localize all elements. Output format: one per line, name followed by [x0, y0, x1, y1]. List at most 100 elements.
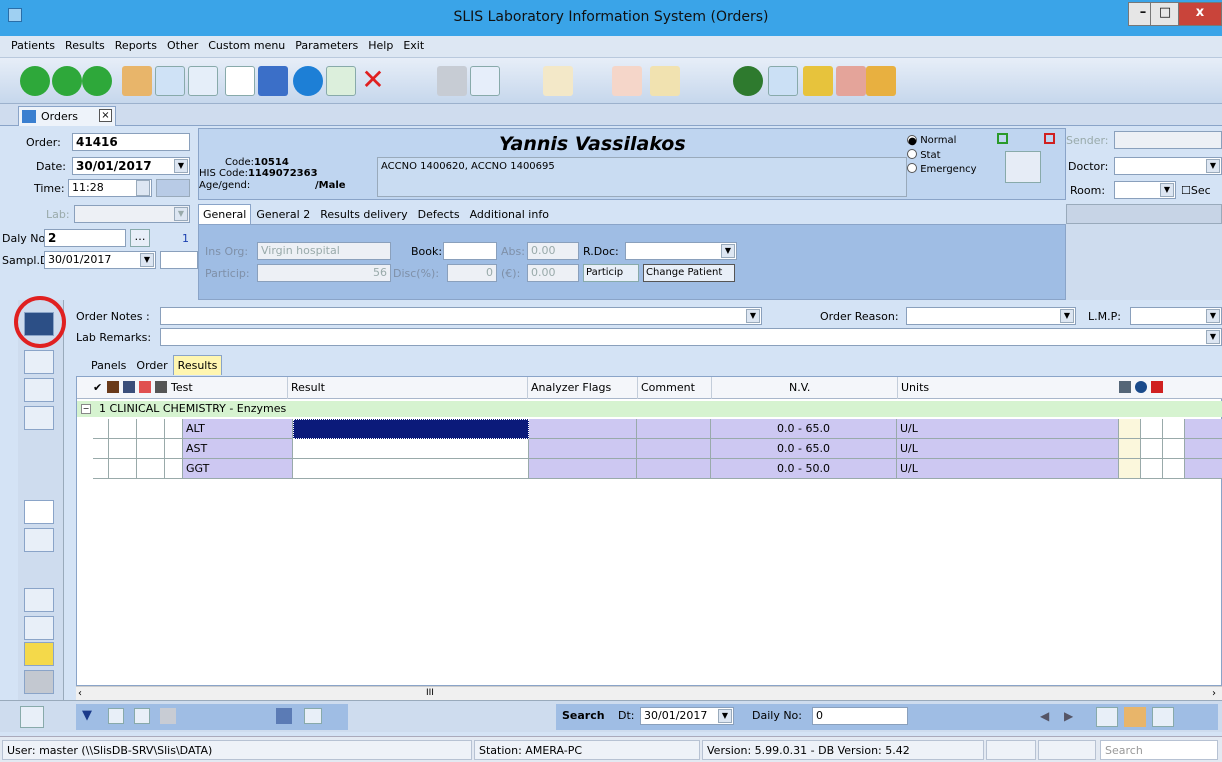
edit-icon[interactable] [543, 66, 573, 96]
copy-icon[interactable] [24, 378, 54, 402]
col-nv[interactable]: N.V. [789, 381, 810, 394]
priority-emergency[interactable]: Emergency [907, 163, 977, 175]
rdoc-select[interactable]: ▼ [625, 242, 737, 260]
red-flag-icon[interactable] [1044, 133, 1055, 144]
change-patient-button[interactable]: Change Patient [643, 264, 735, 282]
tab-general-2[interactable]: General 2 [251, 204, 315, 225]
monitor-icon[interactable] [20, 706, 44, 728]
tab-orders[interactable]: Orders × [18, 106, 116, 126]
menu-custom[interactable]: Custom menu [203, 36, 290, 55]
print-preview-icon[interactable] [470, 66, 500, 96]
ins-org-select[interactable]: Virgin hospital [257, 242, 391, 260]
zoom-icon[interactable] [1152, 707, 1174, 727]
order-field[interactable]: 41416 [72, 133, 190, 151]
view-icon[interactable] [1124, 707, 1146, 727]
prev-icon[interactable]: ◀ [1040, 709, 1049, 723]
scroll-right-icon[interactable]: › [1212, 688, 1216, 699]
chevron-down-icon[interactable]: ▼ [721, 244, 735, 258]
result-cell[interactable] [293, 459, 529, 479]
close-button[interactable]: x [1178, 2, 1222, 26]
order-notes-select[interactable]: ▼ [160, 307, 762, 325]
daily-no-search-field[interactable]: 0 [812, 707, 908, 725]
scroll-left-icon[interactable]: ‹ [78, 688, 82, 699]
table-row[interactable]: ALT 0.0 - 65.0 U/L [77, 419, 1222, 439]
book-field[interactable] [443, 242, 497, 260]
refresh-icon[interactable] [326, 66, 356, 96]
filter-icon[interactable]: ▼ [82, 708, 92, 723]
comment-cell[interactable] [637, 419, 711, 439]
chevron-down-icon[interactable]: ▼ [140, 253, 154, 267]
ellipsis-button[interactable]: … [130, 229, 150, 247]
document-search-icon[interactable] [155, 66, 185, 96]
report-chart-icon[interactable] [304, 708, 322, 724]
delete-icon[interactable]: ✕ [358, 66, 388, 96]
col-result[interactable]: Result [291, 381, 325, 394]
lab-select[interactable]: ▼ [74, 205, 190, 223]
barcode-icon[interactable] [24, 500, 54, 524]
table-icon[interactable] [188, 66, 218, 96]
calendar-icon[interactable] [612, 66, 642, 96]
sampl-date-field[interactable]: 30/01/2017 ▼ [44, 251, 156, 269]
chevron-down-icon[interactable]: ▼ [174, 207, 188, 221]
particip-field[interactable]: 56 [257, 264, 391, 282]
menu-help[interactable]: Help [363, 36, 398, 55]
keyboard-icon[interactable] [768, 66, 798, 96]
euro-field[interactable]: 0.00 [527, 264, 579, 282]
document-list-icon[interactable] [276, 708, 292, 724]
menu-other[interactable]: Other [162, 36, 203, 55]
save-icon[interactable] [258, 66, 288, 96]
time-spinner[interactable] [136, 180, 150, 196]
menu-results[interactable]: Results [60, 36, 110, 55]
col-test[interactable]: Test [171, 381, 193, 394]
date-field[interactable]: 30/01/2017 ▼ [72, 157, 190, 175]
menu-reports[interactable]: Reports [110, 36, 162, 55]
lab-remarks-field[interactable]: ▼ [160, 328, 1222, 346]
chevron-down-icon[interactable]: ▼ [1206, 309, 1220, 323]
comment-cell[interactable] [637, 459, 711, 479]
col-comment[interactable]: Comment [641, 381, 695, 394]
search-date-field[interactable]: 30/01/2017 ▼ [640, 707, 734, 725]
doctor-select[interactable]: ▼ [1114, 157, 1222, 175]
maximize-button[interactable]: □ [1150, 2, 1180, 26]
print-label-icon[interactable] [24, 528, 54, 552]
lmp-field[interactable]: ▼ [1130, 307, 1222, 325]
sec-checkbox[interactable]: ☐Sec [1181, 184, 1211, 197]
search-document-icon[interactable] [1096, 707, 1118, 727]
tab-general[interactable]: General [198, 204, 252, 224]
document-icon[interactable] [24, 350, 54, 374]
particip-button[interactable]: Particip [583, 264, 639, 282]
sampl-extra-field[interactable] [160, 251, 198, 269]
sender-select[interactable] [1114, 131, 1222, 149]
green-flag-icon[interactable] [997, 133, 1008, 144]
col-units[interactable]: Units [901, 381, 929, 394]
print-icon[interactable] [437, 66, 467, 96]
tab-results-delivery[interactable]: Results delivery [315, 204, 412, 225]
disc-field[interactable]: 0 [447, 264, 497, 282]
undo-icon[interactable] [293, 66, 323, 96]
bottle-icon[interactable] [24, 670, 54, 694]
collapse-icon[interactable]: − [81, 404, 91, 414]
export-icon[interactable] [160, 708, 176, 724]
comment-cell[interactable] [637, 439, 711, 459]
order-reason-select[interactable]: ▼ [906, 307, 1076, 325]
grid-settings-icon[interactable] [1119, 381, 1131, 393]
chevron-down-icon[interactable]: ▼ [1206, 159, 1220, 173]
status-search-input[interactable]: Search [1100, 740, 1218, 760]
users-icon[interactable] [866, 66, 896, 96]
priority-stat[interactable]: Stat [907, 149, 941, 161]
chevron-down-icon[interactable]: ▼ [1060, 309, 1074, 323]
tab-results[interactable]: Results [172, 355, 223, 375]
notes-icon[interactable] [650, 66, 680, 96]
row-checkbox[interactable] [93, 419, 109, 439]
result-cell[interactable] [293, 419, 529, 439]
chevron-down-icon[interactable]: ▼ [174, 159, 188, 173]
room-select[interactable]: ▼ [1114, 181, 1176, 199]
chevron-down-icon[interactable]: ▼ [1206, 330, 1220, 344]
daily-no-field[interactable]: 2 [44, 229, 126, 247]
tab-panels[interactable]: Panels [86, 355, 131, 376]
menu-parameters[interactable]: Parameters [290, 36, 363, 55]
test-tubes-icon[interactable] [803, 66, 833, 96]
next-page-icon[interactable]: ▶ [1064, 709, 1073, 723]
result-cell[interactable] [293, 439, 529, 459]
eye-icon[interactable] [122, 66, 152, 96]
